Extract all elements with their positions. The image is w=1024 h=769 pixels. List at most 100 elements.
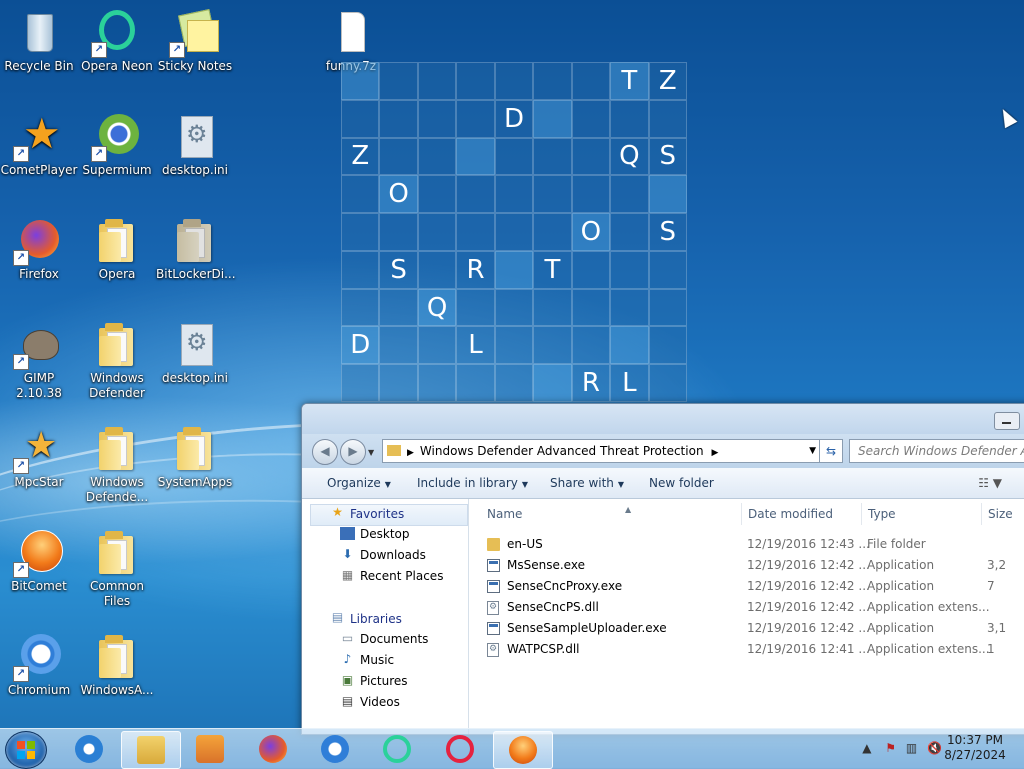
taskbar-firefox[interactable] — [244, 731, 302, 767]
desktop-icon-gimp[interactable]: ↗ GIMP 2.10.38 — [0, 320, 78, 401]
nav-pictures[interactable]: ▣ Pictures — [342, 672, 408, 690]
refresh-button[interactable]: ⇆ — [819, 439, 843, 463]
desktop-icon-label: WindowsA... — [80, 683, 154, 697]
address-path[interactable]: Windows Defender Advanced Threat Protect… — [420, 444, 704, 458]
desktop-icon-chromium[interactable]: ↗ Chromium — [0, 632, 78, 698]
forward-button[interactable]: ▶ — [340, 439, 366, 465]
show-hidden-icons-icon[interactable]: ▲ — [862, 741, 871, 755]
file-size: 3,2 — [987, 558, 1007, 572]
recent-places-icon: ▦ — [341, 568, 354, 582]
organize-button[interactable]: Organize ▼ — [327, 476, 391, 490]
desktop-icon-cometplayer[interactable]: ★ ↗ CometPlayer — [0, 112, 78, 178]
grid-cell — [341, 99, 380, 138]
documents-icon: ▭ — [341, 631, 354, 645]
nav-music-label: Music — [360, 653, 395, 667]
taskbar-bitcomet[interactable] — [493, 731, 553, 769]
desktop-icon-mpcstar[interactable]: ★ ↗ MpcStar — [0, 424, 78, 490]
desktop-icon-windows-defender-2-folder[interactable]: Windows Defende... — [78, 424, 156, 505]
include-in-library-button[interactable]: Include in library ▼ — [417, 476, 528, 490]
chevron-right-icon[interactable]: ▶ — [712, 448, 719, 458]
recent-pages-chevron-icon[interactable]: ▼ — [368, 448, 374, 457]
desktop-icon-bitlocker-folder[interactable]: BitLockerDi... — [156, 216, 236, 282]
file-row[interactable]: SenseCncPS.dll 12/19/2016 12:42 ...Applic… — [469, 597, 1024, 618]
taskbar-opera[interactable] — [431, 731, 489, 767]
desktop-icon-windowsa-folder[interactable]: WindowsA... — [78, 632, 156, 698]
nav-recent-places-label: Recent Places — [360, 569, 444, 583]
address-bar[interactable]: ▶ Windows Defender Advanced Threat Protec… — [382, 439, 821, 463]
desktop-icon-desktop-ini[interactable]: desktop.ini — [156, 112, 234, 178]
taskbar-chromium[interactable] — [306, 731, 364, 767]
desktop-icon-opera-neon[interactable]: ↗ Opera Neon — [78, 8, 156, 74]
new-folder-button[interactable]: New folder — [649, 476, 714, 490]
action-center-icon[interactable]: ⚑ — [885, 741, 896, 755]
nav-libraries[interactable]: ▤ Libraries — [332, 609, 402, 629]
column-header-date-modified[interactable]: Date modified — [748, 507, 833, 521]
file-row[interactable]: en-US 12/19/2016 12:43 ... File folder — [469, 534, 1024, 555]
desktop-icon-label: SystemApps — [157, 475, 233, 489]
file-type: Application — [867, 621, 935, 635]
grid-cell — [571, 62, 611, 100]
file-type: Application extens... — [867, 642, 990, 656]
nav-recent-places[interactable]: ▦ Recent Places — [342, 567, 444, 585]
grid-cell — [456, 288, 495, 327]
grid-cell — [379, 62, 418, 100]
grid-cell — [533, 288, 572, 327]
minimize-button[interactable] — [994, 412, 1020, 430]
window-titlebar[interactable] — [302, 404, 1024, 434]
desktop-icon-label: Supermium — [82, 163, 152, 177]
search-input[interactable]: Search Windows Defender Advanced Threat … — [849, 439, 1024, 463]
grid-cell: O — [571, 213, 611, 251]
desktop-icon-sticky-notes[interactable]: ↗ Sticky Notes — [156, 8, 234, 74]
nav-documents[interactable]: ▭ Documents — [342, 630, 429, 648]
clock[interactable]: 10:37 PM 8/27/2024 — [940, 733, 1010, 763]
nav-downloads[interactable]: ⬇ Downloads — [342, 546, 425, 564]
desktop-icon-firefox[interactable]: ↗ Firefox — [0, 216, 78, 282]
desktop-icon-supermium[interactable]: ↗ Supermium — [78, 112, 156, 178]
grid-cell — [610, 99, 649, 138]
grid-cell — [571, 99, 611, 138]
file-row[interactable]: SenseSampleUploader.exe 12/19/2016 12:42 … — [469, 618, 1024, 639]
application-icon — [487, 580, 500, 593]
grid-cell: L — [456, 326, 495, 365]
taskbar-media-player[interactable] — [181, 731, 239, 767]
grid-cell — [533, 213, 572, 251]
nav-favorites[interactable]: ★ Favorites — [332, 504, 404, 524]
grid-cell — [610, 250, 649, 289]
desktop-icon-systemapps-folder[interactable]: SystemApps — [156, 424, 234, 490]
column-divider[interactable] — [861, 503, 862, 525]
taskbar-file-explorer[interactable] — [121, 731, 181, 769]
grid-cell — [494, 62, 534, 100]
nav-music[interactable]: ♪ Music — [344, 651, 395, 669]
column-divider[interactable] — [981, 503, 982, 525]
nav-videos[interactable]: ▤ Videos — [342, 693, 400, 711]
desktop-icon-recycle-bin[interactable]: Recycle Bin — [0, 8, 78, 74]
desktop-icon-label: Firefox — [19, 267, 59, 281]
file-row[interactable]: WATPCSP.dll 12/19/2016 12:41 ...Applicati… — [469, 639, 1024, 660]
desktop-icon-common-files-folder[interactable]: Common Files — [78, 528, 156, 609]
desktop-icon-opera-folder[interactable]: Opera — [78, 216, 156, 282]
taskbar-opera-neon[interactable] — [368, 731, 426, 767]
network-icon[interactable]: ▥ — [906, 741, 917, 755]
back-button[interactable]: ◀ — [312, 439, 338, 465]
taskbar-internet-explorer[interactable] — [60, 731, 118, 767]
desktop-icon-windows-defender-folder[interactable]: Windows Defender — [78, 320, 156, 401]
address-dropdown-icon[interactable]: ▼ — [809, 440, 816, 462]
file-row[interactable]: SenseCncProxy.exe 12/19/2016 12:42 ... App… — [469, 576, 1024, 597]
start-button[interactable] — [5, 731, 47, 769]
nav-desktop[interactable]: Desktop — [340, 525, 410, 543]
desktop-icon-bitcomet[interactable]: ↗ BitComet — [0, 528, 78, 594]
desktop-icon-desktop-ini-2[interactable]: desktop.ini — [156, 320, 234, 386]
desktop-icon-label: Windows Defender — [89, 371, 145, 400]
column-header-size[interactable]: Size — [988, 507, 1013, 521]
column-divider[interactable] — [741, 503, 742, 525]
folder-icon — [171, 216, 219, 264]
column-header-name[interactable]: Name ▲ — [487, 505, 631, 521]
desktop-icon-label: Windows Defende... — [85, 475, 149, 504]
share-with-button[interactable]: Share with ▼ — [550, 476, 624, 490]
file-row[interactable]: MsSense.exe 12/19/2016 12:42 ... Applicati… — [469, 555, 1024, 576]
file-name: MsSense.exe — [507, 558, 585, 572]
explorer-window[interactable]: ◀ ▶ ▼ ▶ Windows Defender Advanced Threat … — [301, 403, 1024, 735]
column-header-type[interactable]: Type — [868, 507, 896, 521]
change-view-icon[interactable]: ☷ ▼ — [978, 476, 1002, 490]
desktop-icon — [340, 527, 355, 540]
